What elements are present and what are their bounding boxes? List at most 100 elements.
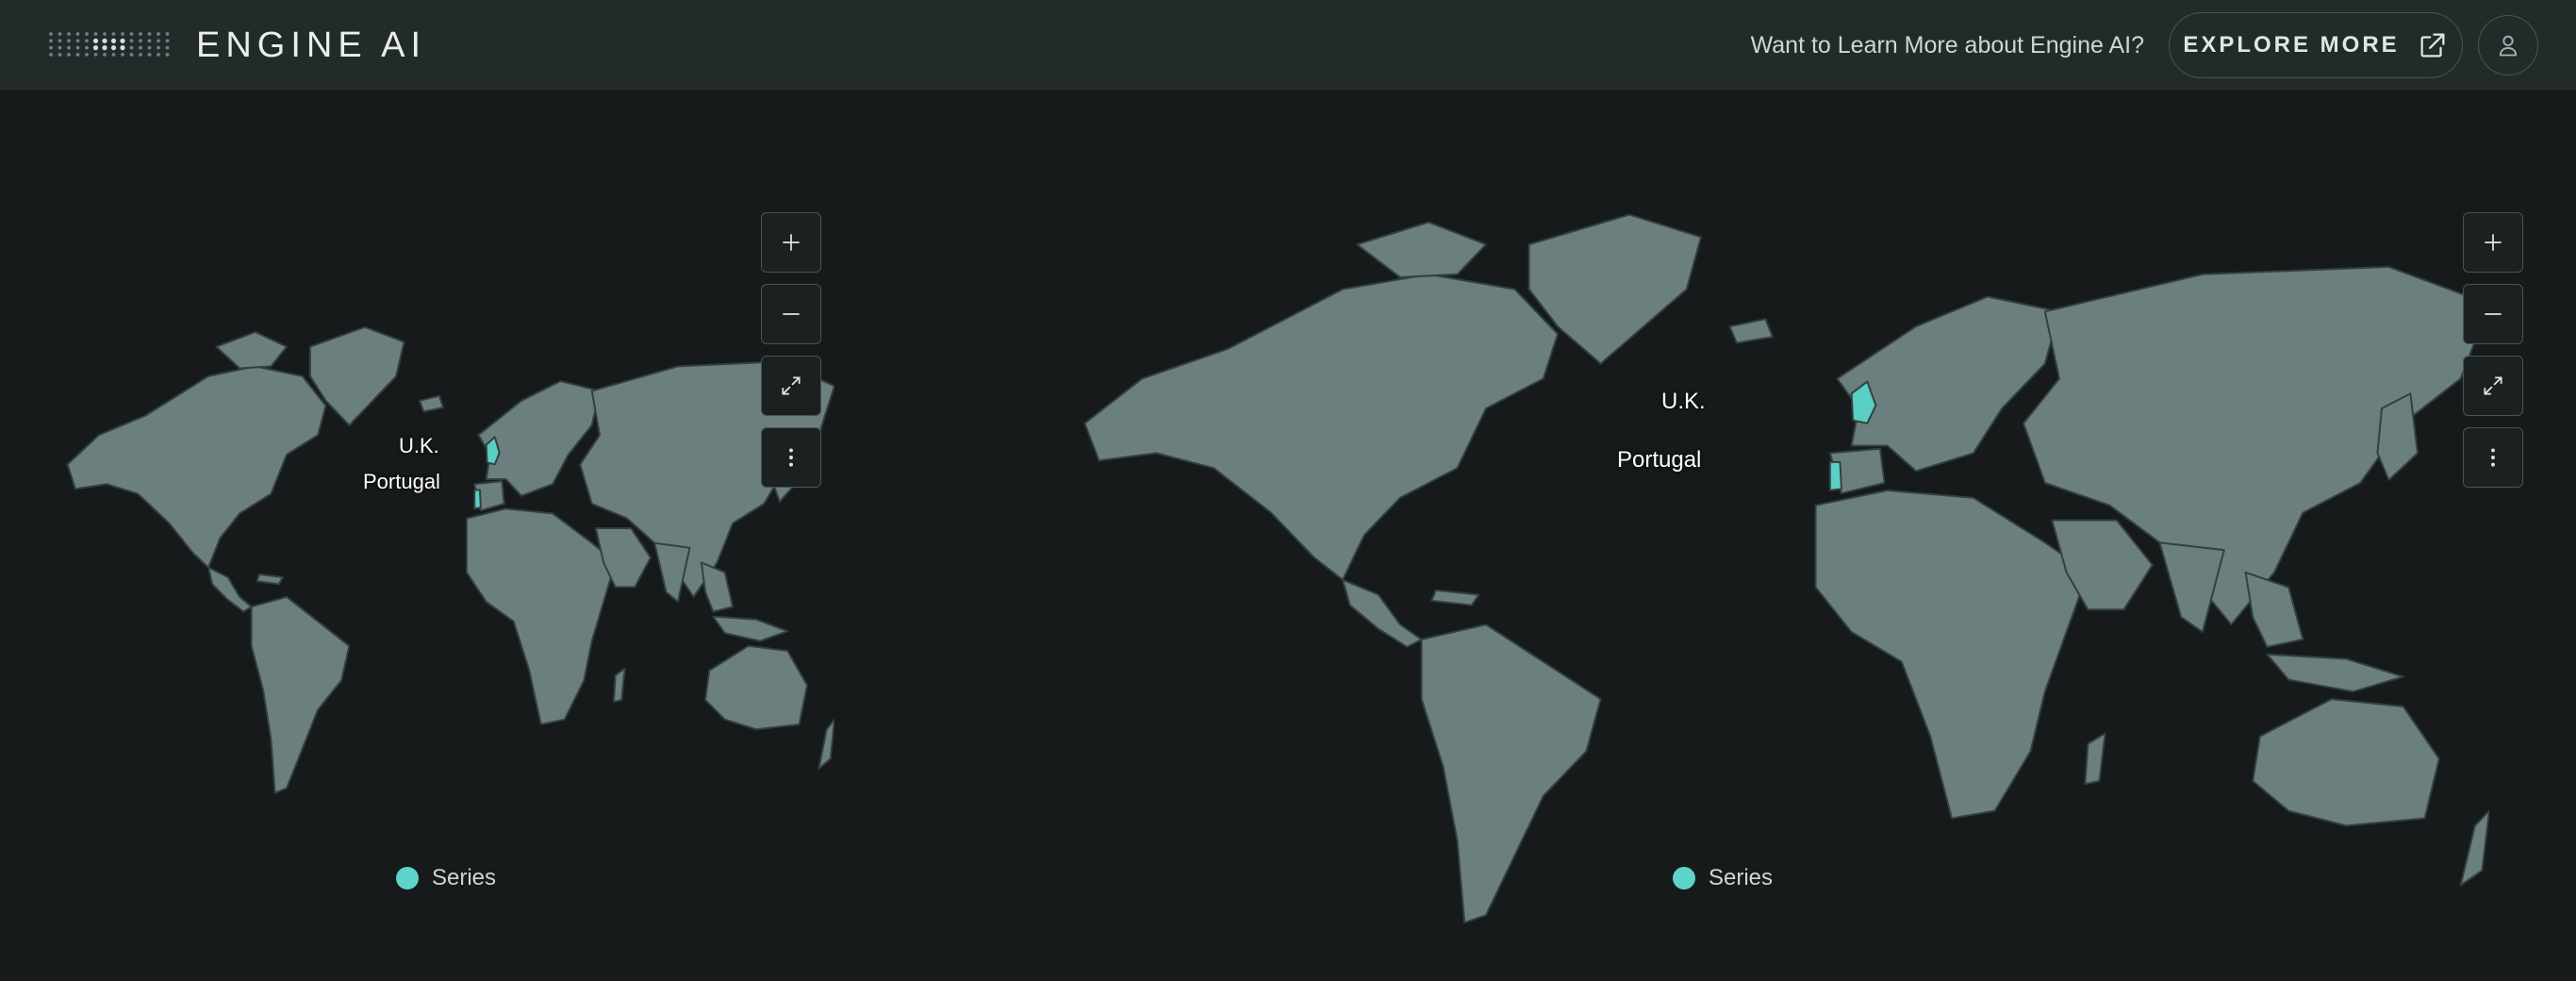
logo-dot <box>129 45 134 50</box>
land-southeast-asia[interactable] <box>702 562 733 611</box>
logo-dot <box>85 39 89 43</box>
external-link-icon <box>2420 33 2445 58</box>
logo-dot <box>75 32 80 36</box>
logo-dot <box>103 53 107 57</box>
land-north-america[interactable] <box>68 366 326 567</box>
logo-dot <box>75 53 80 57</box>
land-madagascar[interactable] <box>614 669 625 702</box>
user-account-button[interactable] <box>2478 15 2538 75</box>
logo-dot <box>110 45 117 51</box>
land-south-america[interactable] <box>252 597 350 793</box>
logo-dot <box>139 45 142 50</box>
logo-dot <box>147 32 152 36</box>
logo-dot <box>147 53 152 57</box>
expand-button[interactable] <box>2463 356 2523 416</box>
brand-name[interactable]: ENGINE AI <box>196 25 426 66</box>
more-vertical-icon <box>2491 448 2495 467</box>
world-map[interactable] <box>52 308 834 798</box>
logo-dot <box>129 32 134 36</box>
land-australia[interactable] <box>705 646 807 729</box>
logo-dot <box>120 45 125 51</box>
logo-dot <box>58 39 62 43</box>
land-europe[interactable] <box>1837 297 2059 472</box>
logo-dot <box>93 53 98 57</box>
logo-dot <box>103 32 107 36</box>
logo-dot <box>102 45 107 51</box>
zoom-out-icon <box>2485 313 2502 315</box>
logo-dot <box>85 45 89 50</box>
land-southeast-asia[interactable] <box>2246 573 2304 647</box>
zoom-out-button[interactable] <box>761 284 821 344</box>
logo-dot <box>157 39 160 43</box>
logo-dot <box>58 32 62 36</box>
legend-label: Series <box>1709 865 1774 890</box>
user-icon <box>2499 35 2518 57</box>
logo-dot <box>85 32 89 36</box>
dot-grid-logo-icon <box>49 32 170 57</box>
logo-dot <box>129 53 134 57</box>
land-africa[interactable] <box>1816 490 2089 819</box>
logo-dot <box>75 45 80 50</box>
land-indonesia[interactable] <box>713 617 787 641</box>
land-europe[interactable] <box>478 381 600 496</box>
world-map[interactable] <box>1056 185 2489 930</box>
logo-dot <box>147 39 152 43</box>
logo-dot <box>121 32 124 36</box>
land-japan[interactable] <box>2377 393 2418 480</box>
land-india[interactable] <box>2159 542 2223 632</box>
legend-label: Series <box>432 865 497 890</box>
logo-dot <box>92 38 99 43</box>
land-indonesia[interactable] <box>2267 655 2403 692</box>
logo-dot <box>111 53 116 57</box>
logo-dot <box>67 39 71 43</box>
expand-button[interactable] <box>761 356 821 416</box>
logo-dot <box>49 45 53 50</box>
zoom-in-icon <box>2485 234 2502 251</box>
more-options-button[interactable] <box>2463 427 2523 488</box>
logo-dot <box>49 32 53 36</box>
portugal-highlight[interactable] <box>474 490 481 508</box>
land-iceland[interactable] <box>420 396 443 412</box>
promo-text: Want to Learn More about Engine AI? <box>1750 32 2144 58</box>
land-madagascar[interactable] <box>2085 733 2105 784</box>
land-south-america[interactable] <box>1422 624 1601 923</box>
zoom-in-button[interactable] <box>2463 212 2523 273</box>
map-label-uk: U.K. <box>1661 389 1706 414</box>
logo-dot <box>93 32 98 36</box>
portugal-highlight[interactable] <box>1830 462 1841 490</box>
map-panel-right: U.K. Portugal Series <box>1037 91 2576 981</box>
legend-swatch <box>396 867 419 890</box>
logo-dot <box>147 45 152 50</box>
land-caribbean[interactable] <box>1431 590 1478 606</box>
logo-dot <box>49 39 53 43</box>
logo-dot <box>165 45 170 50</box>
logo-dot <box>75 39 80 43</box>
land-iceland[interactable] <box>1729 319 1773 342</box>
logo-dot <box>157 32 160 36</box>
land-australia[interactable] <box>2253 699 2439 825</box>
logo-dot <box>120 38 125 43</box>
map-label-portugal: Portugal <box>1617 447 1702 473</box>
logo-dot <box>102 38 107 43</box>
logo-dot <box>165 39 170 43</box>
logo-dot <box>67 45 71 50</box>
logo-dot <box>157 45 160 50</box>
land-canada-islands[interactable] <box>216 332 287 368</box>
legend[interactable]: Series <box>1673 865 1773 891</box>
land-central-america[interactable] <box>1343 580 1422 647</box>
land-india[interactable] <box>654 543 689 602</box>
zoom-in-button[interactable] <box>761 212 821 273</box>
legend[interactable]: Series <box>396 865 496 891</box>
land-caribbean[interactable] <box>256 574 282 584</box>
explore-more-button[interactable]: EXPLORE MORE <box>2169 12 2463 78</box>
more-options-button[interactable] <box>761 427 821 488</box>
explore-more-label: EXPLORE MORE <box>2183 32 2400 58</box>
land-north-america[interactable] <box>1084 274 1558 580</box>
land-central-america[interactable] <box>208 568 252 612</box>
land-africa[interactable] <box>467 508 616 724</box>
logo-dot <box>157 53 160 57</box>
land-new-zealand[interactable] <box>818 720 834 769</box>
land-new-zealand[interactable] <box>2461 811 2489 886</box>
land-canada-islands[interactable] <box>1357 223 1486 277</box>
zoom-out-button[interactable] <box>2463 284 2523 344</box>
